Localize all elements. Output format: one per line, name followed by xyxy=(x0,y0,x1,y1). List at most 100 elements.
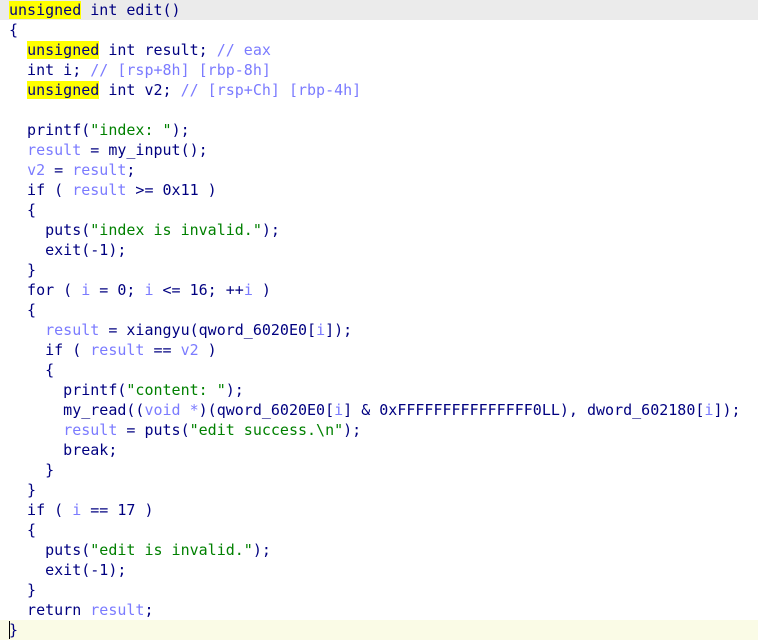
code-line[interactable]: if ( result >= 0x11 ) xyxy=(0,180,758,200)
code-token[interactable]: i xyxy=(244,281,253,299)
code-line[interactable]: { xyxy=(0,20,758,40)
code-line[interactable]: result = my_input(); xyxy=(0,140,758,160)
code-line[interactable]: printf("index: "); xyxy=(0,120,758,140)
code-token[interactable]: [ xyxy=(325,401,334,419)
code-token[interactable]: == xyxy=(144,341,180,359)
code-token[interactable]: exit(-1); xyxy=(9,241,126,259)
code-token[interactable]: qword_6020E0 xyxy=(217,401,325,419)
code-token[interactable]: "index: " xyxy=(90,121,171,139)
code-token[interactable]: = 0; xyxy=(90,281,144,299)
code-line[interactable]: unsigned int result; // eax xyxy=(0,40,758,60)
code-token[interactable]: int result; xyxy=(99,41,216,59)
code-line[interactable]: int i; // [rsp+8h] [rbp-8h] xyxy=(0,60,758,80)
code-line[interactable]: } xyxy=(0,480,758,500)
code-token[interactable]: <= 16; ++ xyxy=(154,281,244,299)
code-token[interactable]: ) xyxy=(253,281,271,299)
code-token[interactable]: "content: " xyxy=(126,381,225,399)
code-token[interactable]: = my_input(); xyxy=(81,141,207,159)
code-token[interactable]: } xyxy=(9,481,36,499)
code-token[interactable]: } xyxy=(9,261,36,279)
code-token[interactable]: void * xyxy=(144,401,198,419)
code-line[interactable]: unsigned int edit() xyxy=(0,0,758,20)
code-token[interactable]: exit(-1); xyxy=(9,561,126,579)
pseudocode-view[interactable]: unsigned int edit(){ unsigned int result… xyxy=(0,0,758,643)
code-token[interactable]: unsigned xyxy=(9,1,82,19)
code-line[interactable]: unsigned int v2; // [rsp+Ch] [rbp-4h] xyxy=(0,80,758,100)
code-token[interactable]: ); xyxy=(343,421,361,439)
code-token[interactable]: int v2; xyxy=(99,81,180,99)
code-token[interactable]: v2 xyxy=(27,161,45,179)
code-token[interactable]: = puts( xyxy=(117,421,189,439)
code-line[interactable]: } xyxy=(0,460,758,480)
code-token[interactable]: >= 0x11 ) xyxy=(126,181,216,199)
code-line[interactable] xyxy=(0,100,758,120)
code-line[interactable]: for ( i = 0; i <= 16; ++i ) xyxy=(0,280,758,300)
code-token[interactable]: ]); xyxy=(325,321,352,339)
code-token[interactable]: result xyxy=(90,341,144,359)
code-token[interactable]: ; xyxy=(144,601,153,619)
code-line[interactable]: if ( i == 17 ) xyxy=(0,500,758,520)
code-token[interactable]: } xyxy=(9,581,36,599)
code-token[interactable]: ); xyxy=(253,541,271,559)
code-token[interactable]: printf( xyxy=(9,381,126,399)
code-token[interactable]: { xyxy=(9,201,36,219)
code-token[interactable]: dword_602180 xyxy=(587,401,695,419)
code-token[interactable]: result xyxy=(63,421,117,439)
code-token[interactable]: { xyxy=(9,21,18,39)
code-token[interactable]: "edit is invalid." xyxy=(90,541,253,559)
code-token[interactable]: i xyxy=(81,281,90,299)
code-token[interactable]: [ xyxy=(307,321,316,339)
code-token[interactable]: = xyxy=(45,161,72,179)
code-token[interactable]: unsigned xyxy=(27,41,100,59)
code-line[interactable]: result = puts("edit success.\n"); xyxy=(0,420,758,440)
code-token[interactable]: } xyxy=(9,621,18,639)
code-token[interactable]: result xyxy=(90,601,144,619)
code-line[interactable]: exit(-1); xyxy=(0,560,758,580)
code-token[interactable]: ) xyxy=(199,341,217,359)
code-token[interactable]: result xyxy=(72,181,126,199)
code-token[interactable]: if ( xyxy=(9,501,72,519)
code-line[interactable]: puts("index is invalid."); xyxy=(0,220,758,240)
code-line[interactable]: } xyxy=(0,620,758,640)
code-token[interactable]: { xyxy=(9,301,36,319)
code-token[interactable] xyxy=(9,81,27,99)
code-token[interactable]: ]); xyxy=(713,401,740,419)
code-token[interactable]: if ( xyxy=(9,341,90,359)
code-token[interactable]: int edit() xyxy=(81,1,180,19)
code-token[interactable]: printf( xyxy=(9,121,90,139)
code-token[interactable]: i xyxy=(334,401,343,419)
code-token[interactable]: "index is invalid." xyxy=(90,221,262,239)
code-token[interactable] xyxy=(9,141,27,159)
code-line[interactable]: } xyxy=(0,580,758,600)
code-token[interactable]: puts( xyxy=(9,221,90,239)
code-token[interactable]: i xyxy=(144,281,153,299)
code-token[interactable]: ] & 0xFFFFFFFFFFFFFFF0LL), xyxy=(343,401,587,419)
code-token[interactable]: == 17 ) xyxy=(81,501,153,519)
code-token[interactable]: if ( xyxy=(9,181,72,199)
code-token[interactable]: i xyxy=(316,321,325,339)
code-token[interactable]: break; xyxy=(9,441,117,459)
code-line[interactable]: v2 = result; xyxy=(0,160,758,180)
code-token[interactable]: int i; xyxy=(9,61,90,79)
code-token[interactable]: v2 xyxy=(181,341,199,359)
code-token[interactable]: "edit success.\n" xyxy=(190,421,344,439)
code-token[interactable] xyxy=(9,321,45,339)
code-line[interactable]: printf("content: "); xyxy=(0,380,758,400)
code-token[interactable]: result xyxy=(72,161,126,179)
code-line[interactable]: return result; xyxy=(0,600,758,620)
code-token[interactable]: qword_6020E0 xyxy=(199,321,307,339)
code-token[interactable] xyxy=(9,421,63,439)
code-line[interactable]: my_read((void *)(qword_6020E0[i] & 0xFFF… xyxy=(0,400,758,420)
code-token[interactable]: ); xyxy=(226,381,244,399)
code-token[interactable] xyxy=(9,161,27,179)
code-line[interactable]: if ( result == v2 ) xyxy=(0,340,758,360)
code-line[interactable]: { xyxy=(0,520,758,540)
code-line[interactable]: result = xiangyu(qword_6020E0[i]); xyxy=(0,320,758,340)
code-token[interactable]: } xyxy=(9,461,54,479)
code-token[interactable]: ); xyxy=(172,121,190,139)
code-token[interactable]: = xiangyu( xyxy=(99,321,198,339)
code-line[interactable]: exit(-1); xyxy=(0,240,758,260)
code-token[interactable]: )( xyxy=(199,401,217,419)
code-token[interactable]: // [rsp+8h] [rbp-8h] xyxy=(90,61,271,79)
code-token[interactable]: i xyxy=(72,501,81,519)
